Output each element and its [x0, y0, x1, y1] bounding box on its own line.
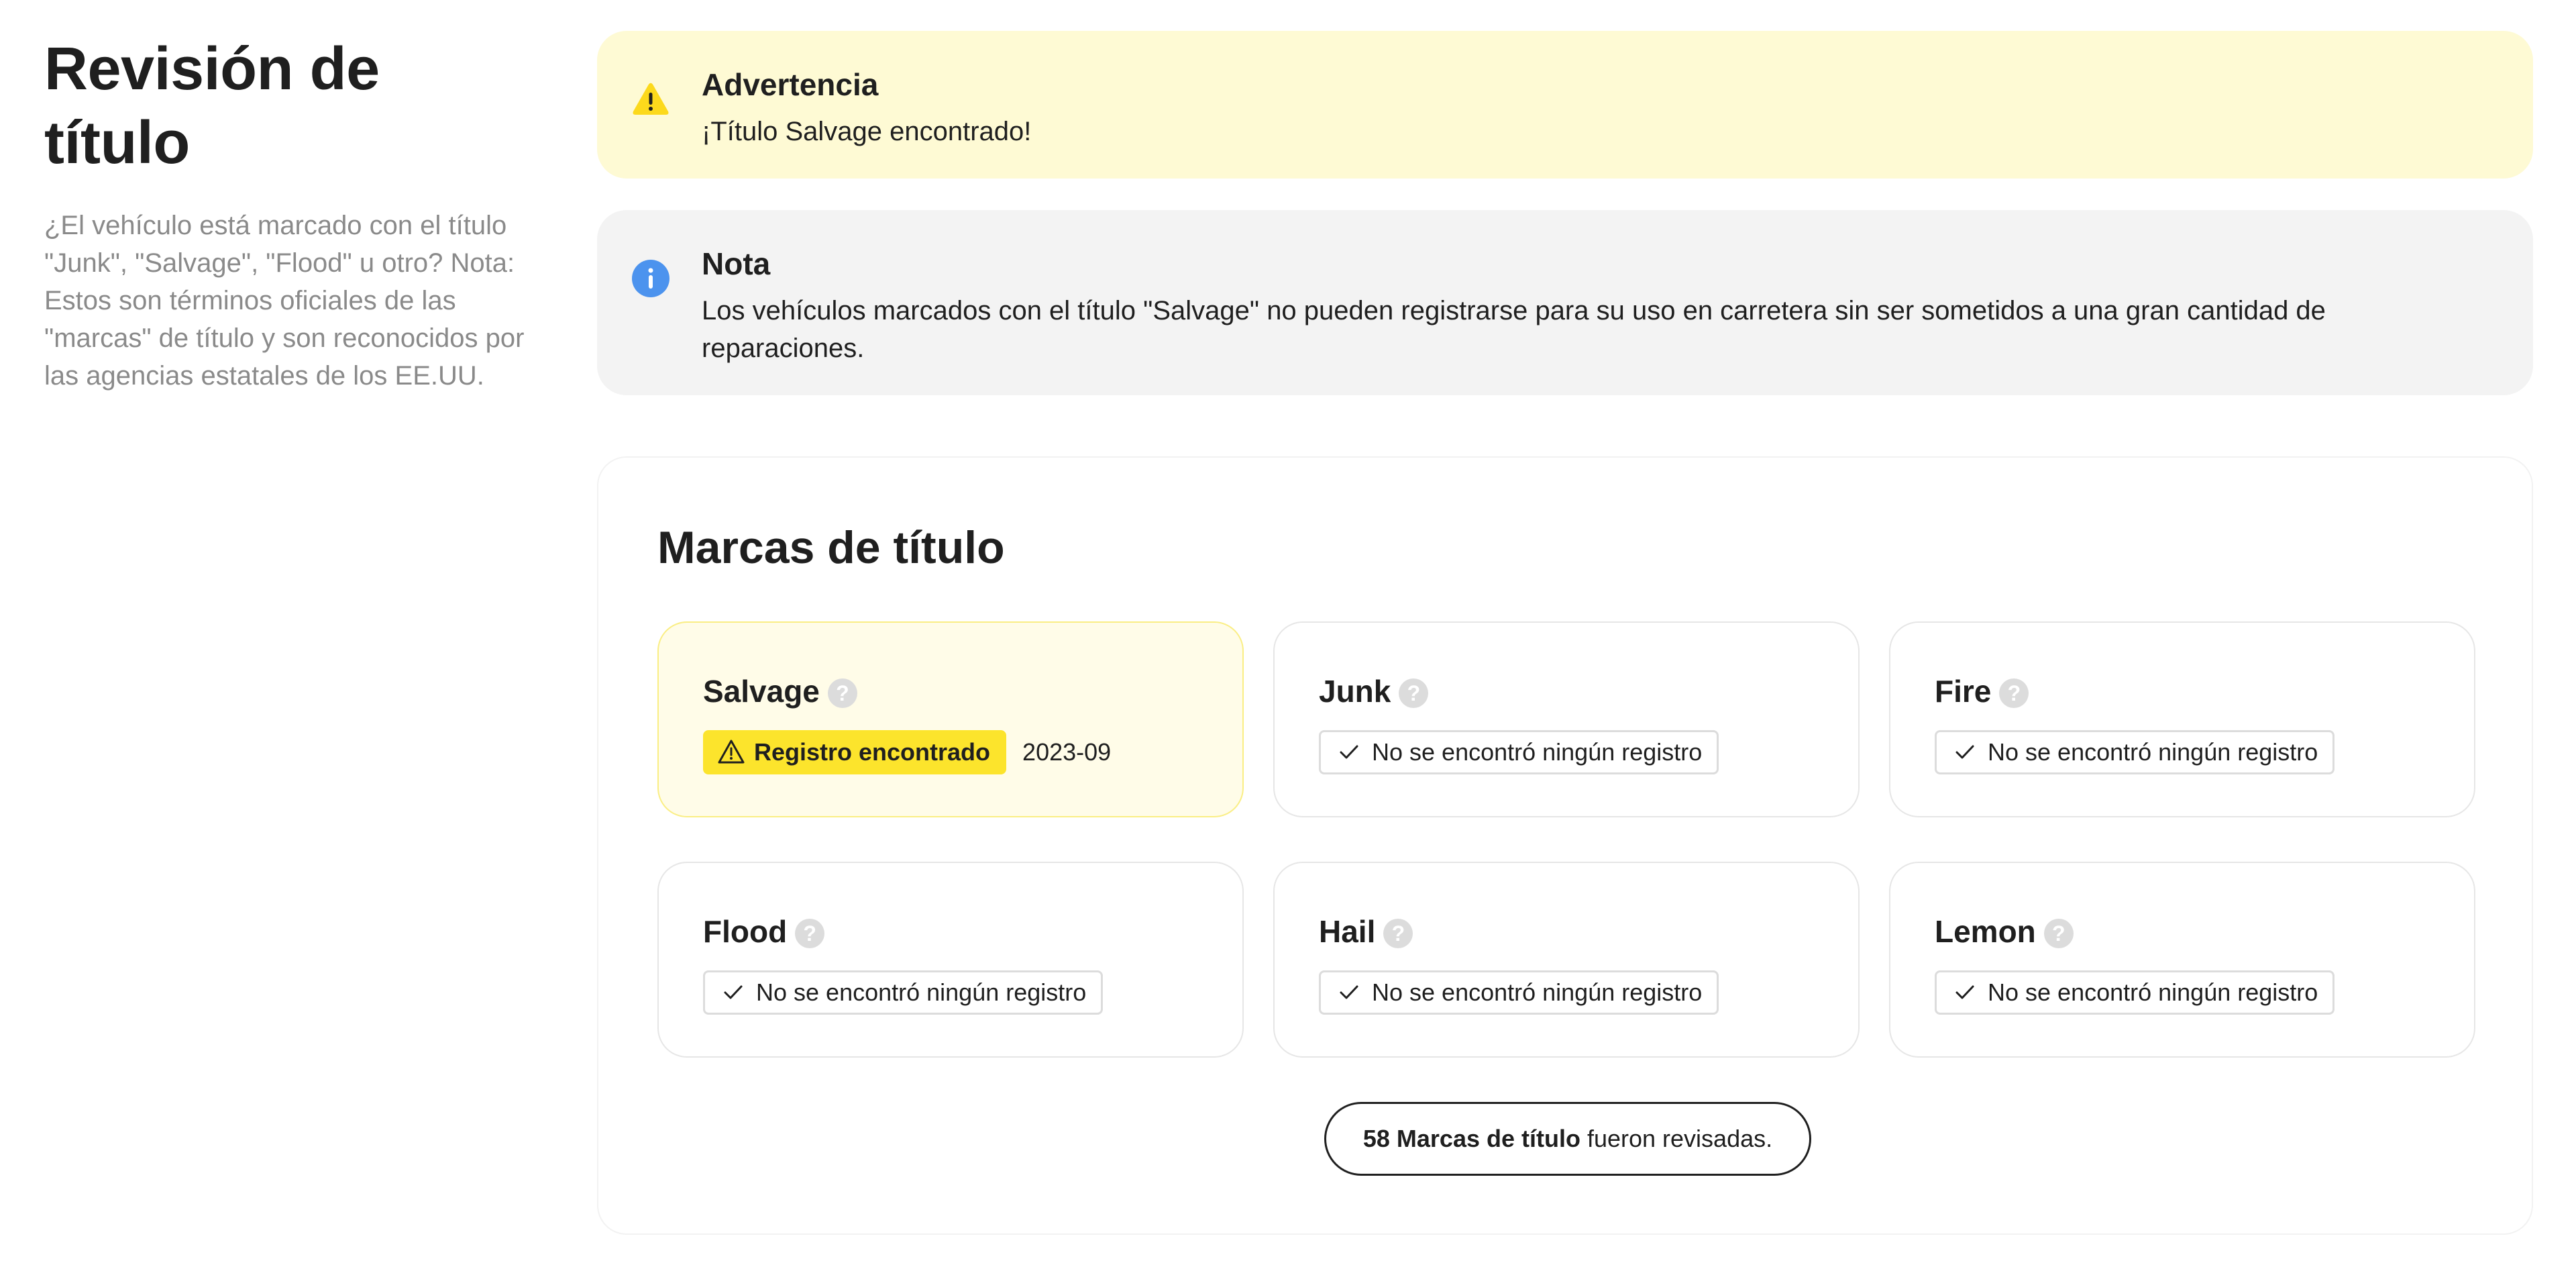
brand-name: Fire [1935, 674, 1992, 709]
note-alert: Nota Los vehículos marcados con el títul… [597, 210, 2533, 395]
help-icon[interactable]: ? [1383, 919, 1413, 948]
check-icon [724, 985, 743, 999]
no-record-label: No se encontró ningún registro [1372, 978, 1703, 1006]
no-record-badge: No se encontró ningún registro [703, 970, 1104, 1015]
warning-triangle-icon [633, 83, 669, 115]
page-intro: Revisión de título ¿El vehículo está mar… [44, 32, 541, 395]
page-description: ¿El vehículo está marcado con el título … [44, 211, 525, 391]
brand-name: Junk [1319, 674, 1391, 709]
no-record-label: No se encontró ningún registro [756, 978, 1087, 1006]
brand-name: Salvage [703, 674, 820, 709]
no-record-label: No se encontró ningún registro [1988, 978, 2318, 1006]
warning-title: Advertencia [702, 67, 879, 102]
check-icon [1340, 745, 1358, 759]
brand-card-flood: Flood ? No se encontró ningún registro [657, 862, 1244, 1058]
help-icon[interactable]: ? [1999, 678, 2029, 708]
brand-card-junk: Junk ? No se encontró ningún registro [1273, 621, 1860, 817]
note-text: Los vehículos marcados con el título "Sa… [702, 296, 2326, 363]
record-date: 2023-09 [1022, 738, 1112, 766]
check-icon [1955, 985, 1974, 999]
brands-checked-summary: 58 Marcas de título fueron revisadas. [1324, 1102, 1811, 1176]
help-icon[interactable]: ? [1399, 678, 1429, 708]
record-found-badge: Registro encontrado [703, 730, 1007, 774]
check-icon [1340, 985, 1358, 999]
no-record-label: No se encontró ningún registro [1988, 738, 2318, 766]
summary-text: fueron revisadas. [1580, 1125, 1773, 1152]
help-icon[interactable]: ? [795, 919, 825, 948]
no-record-badge: No se encontró ningún registro [1319, 730, 1719, 774]
section-title: Marcas de título [657, 522, 1005, 573]
record-found-label: Registro encontrado [754, 738, 991, 766]
brand-name: Flood [703, 914, 788, 949]
brand-card-fire: Fire ? No se encontró ningún registro [1889, 621, 2475, 817]
help-icon[interactable]: ? [2043, 919, 2074, 948]
no-record-label: No se encontró ningún registro [1372, 738, 1703, 766]
brand-name: Hail [1319, 914, 1376, 949]
check-icon [1955, 745, 1974, 759]
summary-count: 58 Marcas de título [1362, 1125, 1580, 1152]
brand-card-hail: Hail ? No se encontró ningún registro [1273, 862, 1860, 1058]
page-title: Revisión de título [44, 36, 380, 176]
no-record-badge: No se encontró ningún registro [1935, 970, 2335, 1015]
title-brands-panel: Marcas de título Salvage ? Registro enco… [597, 456, 2533, 1235]
warning-alert: Advertencia ¡Título Salvage encontrado! [597, 31, 2533, 179]
no-record-badge: No se encontró ningún registro [1935, 730, 2335, 774]
brand-card-lemon: Lemon ? No se encontró ningún registro [1889, 862, 2475, 1058]
warning-text: ¡Título Salvage encontrado! [702, 117, 1032, 146]
note-title: Nota [702, 246, 771, 281]
warning-outline-icon [718, 740, 745, 764]
help-icon[interactable]: ? [827, 678, 857, 708]
brand-card-salvage: Salvage ? Registro encontrado 2023-09 [657, 621, 1244, 817]
title-brands-grid: Salvage ? Registro encontrado 2023-09 Ju… [657, 621, 2475, 1058]
no-record-badge: No se encontró ningún registro [1319, 970, 1719, 1015]
info-icon [632, 260, 669, 297]
brand-name: Lemon [1935, 914, 2036, 949]
